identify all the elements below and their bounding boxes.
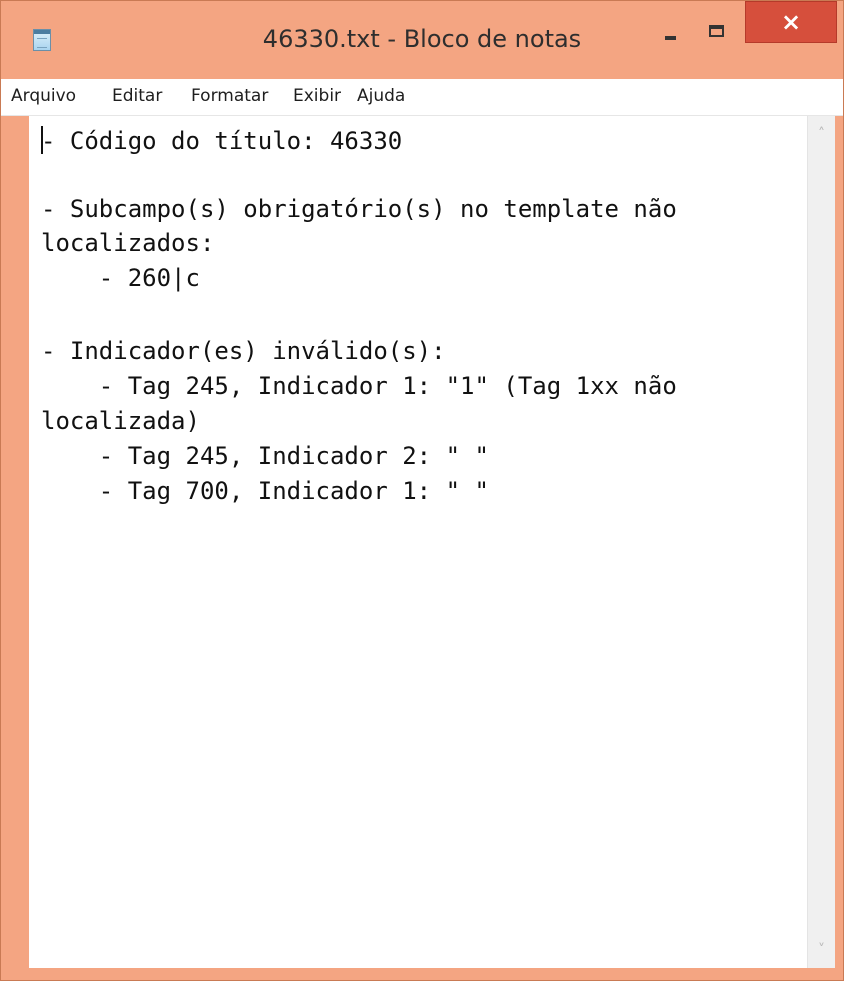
text-area[interactable]: - Código do título: 46330 - Subcampo(s) … bbox=[29, 116, 805, 968]
scroll-down-icon[interactable]: ˅ bbox=[808, 938, 835, 962]
menu-ajuda[interactable]: Ajuda bbox=[357, 84, 405, 108]
close-button[interactable]: × bbox=[745, 1, 837, 43]
window-bottom-frame bbox=[1, 968, 843, 980]
editor-line-8: - Tag 245, Indicador 1: "1" (Tag 1xx não bbox=[41, 372, 677, 400]
editor-line-10: - Tag 245, Indicador 2: " " bbox=[41, 442, 489, 470]
maximize-icon bbox=[709, 25, 724, 37]
title-bar[interactable]: 46330.txt - Bloco de notas × bbox=[1, 1, 843, 79]
editor-line-11: - Tag 700, Indicador 1: " " bbox=[41, 477, 489, 505]
editor-line-4: localizados: bbox=[41, 229, 215, 257]
editor-line-3: - Subcampo(s) obrigatório(s) no template… bbox=[41, 195, 677, 223]
editor-line-9: localizada) bbox=[41, 407, 200, 435]
notepad-window: 46330.txt - Bloco de notas × Arquivo Edi… bbox=[0, 0, 844, 981]
scroll-up-icon[interactable]: ˄ bbox=[808, 122, 835, 146]
editor-line-5: - 260|c bbox=[41, 264, 200, 292]
menu-formatar[interactable]: Formatar bbox=[191, 84, 268, 108]
editor-line-7: - Indicador(es) inválido(s): bbox=[41, 337, 446, 365]
text-editor[interactable]: - Código do título: 46330 - Subcampo(s) … bbox=[29, 116, 835, 968]
vertical-scrollbar[interactable]: ˄ ˅ bbox=[807, 116, 835, 968]
minimize-button[interactable] bbox=[646, 7, 694, 47]
editor-line-1: - Código do título: 46330 bbox=[41, 127, 403, 155]
menu-exibir[interactable]: Exibir bbox=[293, 84, 341, 108]
menu-arquivo[interactable]: Arquivo bbox=[11, 84, 76, 108]
menu-editar[interactable]: Editar bbox=[112, 84, 162, 108]
maximize-button[interactable] bbox=[694, 7, 742, 47]
menu-bar: Arquivo Editar Formatar Exibir Ajuda bbox=[1, 79, 843, 116]
close-icon: × bbox=[780, 8, 802, 36]
minimize-icon bbox=[665, 36, 676, 40]
